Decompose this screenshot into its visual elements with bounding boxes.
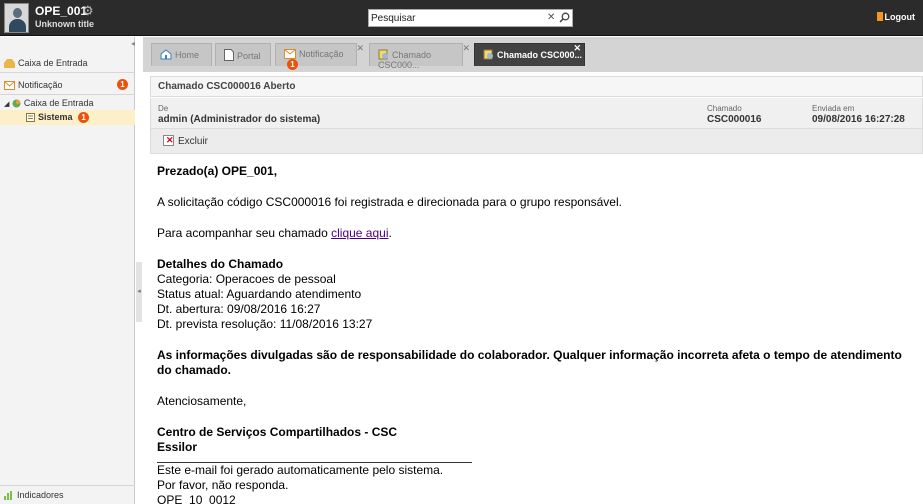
- follow-line: Para acompanhar seu chamado clique aqui.: [157, 226, 917, 241]
- ticket-icon: [483, 49, 493, 60]
- org-name: Centro de Serviços Compartilhados - CSC: [157, 425, 398, 439]
- top-bar: OPE_001 ⚙ Unknown title ✕ Logout: [0, 0, 923, 36]
- inbox-icon: [4, 59, 15, 68]
- no-reply-note: Por favor, não responda.: [157, 478, 289, 492]
- sidebar-item-inbox[interactable]: Caixa de Entrada: [0, 53, 135, 73]
- avatar[interactable]: [4, 3, 29, 33]
- tab-home[interactable]: Home: [151, 43, 212, 66]
- detail-category: Categoria: Operacoes de pessoal: [157, 272, 336, 286]
- sidebar-item-indicators[interactable]: Indicadores: [0, 485, 135, 504]
- sent-label: Enviada em: [812, 104, 855, 113]
- detail-opened: Dt. abertura: 09/08/2016 16:27: [157, 302, 321, 316]
- message-meta: De admin (Administrador do sistema) Cham…: [150, 98, 923, 129]
- ticket-label: Chamado: [707, 104, 742, 113]
- logout-label: Logout: [884, 12, 916, 22]
- ticket-icon: [378, 49, 388, 60]
- sidebar-splitter[interactable]: ◂: [136, 262, 142, 322]
- search-box: ✕: [368, 9, 573, 27]
- tab-label: Chamado CSC000...: [497, 50, 583, 60]
- gear-icon[interactable]: ⚙: [82, 3, 94, 19]
- search-icon[interactable]: [559, 12, 570, 23]
- tab-badge: 1: [287, 59, 298, 70]
- auto-note: Este e-mail foi gerado automaticamente p…: [157, 463, 444, 477]
- tab-label: Portal: [237, 51, 261, 61]
- folder-tree-icon: [12, 99, 21, 108]
- tab-ticket-active[interactable]: Chamado CSC000... ✕: [474, 43, 585, 66]
- close-tab-icon[interactable]: ✕: [573, 43, 581, 54]
- notification-count-badge: 1: [117, 79, 128, 90]
- message-body: Prezado(a) OPE_001, A solicitação código…: [157, 164, 917, 504]
- delete-label: Excluir: [178, 136, 209, 147]
- detail-status: Status atual: Aguardando atendimento: [157, 287, 362, 301]
- tab-label: Home: [175, 50, 200, 60]
- from-value: admin (Administrador do sistema): [158, 114, 321, 125]
- sidebar-item-label: Caixa de Entrada: [18, 58, 88, 68]
- detail-due: Dt. prevista resolução: 11/08/2016 13:27: [157, 317, 373, 331]
- tab-bar: Home Portal Notificação 1 ✕ Chamado CSC0…: [143, 37, 923, 72]
- user-subtitle: Unknown title: [35, 19, 94, 29]
- close-tab-icon[interactable]: ✕: [462, 43, 470, 54]
- tab-portal[interactable]: Portal: [215, 43, 271, 66]
- clear-search-icon[interactable]: ✕: [547, 12, 555, 23]
- tree-item-label: Caixa de Entrada: [23, 98, 94, 108]
- registration-line: A solicitação código CSC000016 foi regis…: [157, 195, 622, 209]
- document-icon: [224, 49, 234, 61]
- tab-notification[interactable]: Notificação 1 ✕: [275, 43, 364, 70]
- sidebar-item-label: Notificação: [18, 80, 63, 90]
- tab-ticket[interactable]: Chamado CSC000... ✕: [369, 43, 470, 70]
- system-count-badge: 1: [78, 112, 90, 123]
- ticket-value: CSC000016: [707, 114, 762, 125]
- sent-value: 09/08/2016 16:27:28: [812, 114, 905, 125]
- follow-link[interactable]: clique aqui: [331, 226, 388, 240]
- envelope-icon: [4, 81, 15, 90]
- company-name: Essilor: [157, 440, 198, 454]
- follow-prefix: Para acompanhar seu chamado: [157, 226, 332, 240]
- closing: Atenciosamente,: [157, 394, 247, 408]
- from-label: De: [158, 104, 169, 113]
- bar-chart-icon: [4, 491, 12, 500]
- follow-suffix: .: [388, 226, 392, 240]
- logout-icon: [876, 12, 883, 21]
- tab-label: Notificação: [299, 49, 344, 59]
- collapse-sidebar-icon[interactable]: ◂: [131, 39, 135, 48]
- logout-button[interactable]: Logout: [876, 12, 916, 22]
- tree-item-label: Sistema: [38, 112, 73, 122]
- disclaimer: As informações divulgadas são de respons…: [157, 348, 902, 377]
- details-title: Detalhes do Chamado: [157, 257, 284, 271]
- sidebar-item-label: Indicadores: [17, 490, 64, 500]
- sidebar: ◂ Caixa de Entrada Notificação 1 ◢ Caixa…: [0, 37, 135, 504]
- delete-button[interactable]: Excluir: [163, 135, 208, 147]
- system-folder-icon: [26, 113, 35, 122]
- user-name[interactable]: OPE_001: [35, 4, 87, 18]
- expand-arrow-icon[interactable]: ◢: [4, 101, 9, 108]
- home-icon: [160, 49, 172, 60]
- footer-code: OPE_10_0012: [157, 493, 236, 504]
- tree-item-system[interactable]: Sistema 1: [0, 110, 135, 125]
- envelope-icon: [284, 49, 296, 59]
- message-toolbar: Excluir: [150, 129, 923, 154]
- search-input[interactable]: [371, 11, 541, 25]
- message-pane: Chamado CSC000016 Aberto De admin (Admin…: [150, 73, 923, 504]
- tree-item-inbox[interactable]: ◢ Caixa de Entrada: [0, 97, 135, 110]
- message-subject: Chamado CSC000016 Aberto: [150, 76, 923, 97]
- delete-icon: [163, 135, 174, 146]
- greeting: Prezado(a) OPE_001,: [157, 164, 278, 178]
- close-tab-icon[interactable]: ✕: [356, 43, 364, 54]
- sidebar-item-notification[interactable]: Notificação 1: [0, 75, 135, 95]
